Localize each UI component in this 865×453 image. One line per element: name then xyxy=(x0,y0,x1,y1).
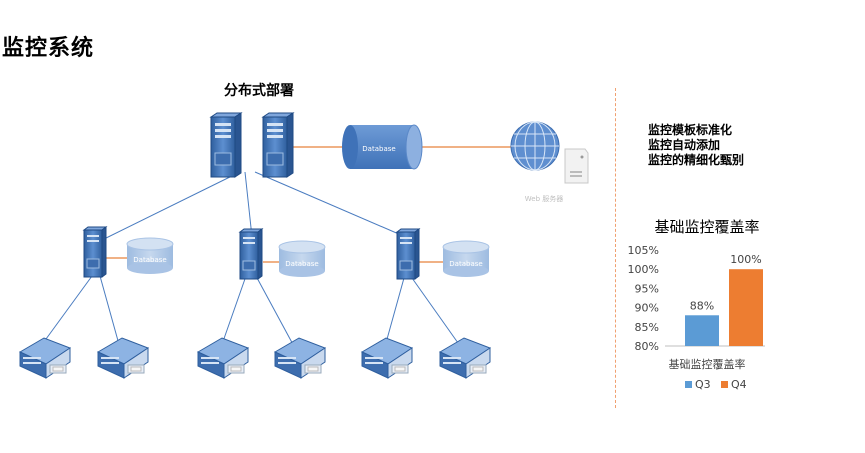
database-label: Database xyxy=(285,260,318,268)
feature-item: 监控模板标准化 xyxy=(648,123,733,137)
rack-server-icon xyxy=(196,337,250,379)
database-label: Database xyxy=(133,256,166,264)
database-label: Database xyxy=(362,145,395,153)
data-label: 100% xyxy=(730,253,761,266)
y-tick-label: 95% xyxy=(635,282,659,295)
link-line xyxy=(254,171,409,239)
legend: Q3 Q4 xyxy=(685,378,747,391)
link-line xyxy=(244,171,253,238)
x-tick-label: 基础监控覆盖率 xyxy=(669,357,746,371)
legend-swatch xyxy=(721,381,728,388)
bar-q3 xyxy=(685,315,719,346)
database-label: Database xyxy=(449,260,482,268)
rack-server-icon xyxy=(438,337,492,379)
data-label: 88% xyxy=(690,299,714,312)
tower-server xyxy=(261,112,295,178)
rack-server-icon xyxy=(360,337,414,379)
rack-server-icon xyxy=(18,337,72,379)
y-tick-label: 100% xyxy=(628,263,659,276)
y-tick-label: 85% xyxy=(635,321,659,334)
legend-label: Q4 xyxy=(731,378,747,391)
rack-server-icon xyxy=(273,337,327,379)
database-cylinder: Database xyxy=(278,240,326,277)
divider xyxy=(615,88,616,408)
tower-server xyxy=(238,228,264,280)
rack-servers xyxy=(18,337,492,379)
y-tick-label: 90% xyxy=(635,302,659,315)
link-line xyxy=(411,277,464,351)
web-server: Web 服务器 xyxy=(510,121,589,203)
y-tick-label: 80% xyxy=(635,340,659,353)
feature-item: 监控自动添加 xyxy=(648,138,721,152)
rack-server-icon xyxy=(96,337,150,379)
database-cylinder: Database xyxy=(442,240,490,277)
y-tick-label: 105% xyxy=(628,244,659,257)
legend-swatch xyxy=(685,381,692,388)
main-database: Database xyxy=(342,124,423,170)
chart-title: 基础监控覆盖率 xyxy=(654,218,759,236)
tower-server xyxy=(82,226,108,278)
deployment-diagram: Database Web 服务器 Database Database Datab… xyxy=(18,112,589,379)
coverage-chart: 基础监控覆盖率 80% 85% 90% 95% 100% 105% 88% 100% 基础监… xyxy=(628,218,765,391)
database-cylinder: Database xyxy=(126,237,174,274)
bar-q4 xyxy=(729,269,763,346)
web-server-label: Web 服务器 xyxy=(525,194,564,203)
feature-item: 监控的精细化甄别 xyxy=(648,153,745,167)
legend-label: Q3 xyxy=(695,378,711,391)
tower-server xyxy=(395,228,421,280)
bars: 88% 100% xyxy=(685,253,763,346)
link-line xyxy=(97,171,241,243)
link-line xyxy=(255,275,297,351)
link-line xyxy=(99,275,121,349)
tower-server xyxy=(209,112,243,178)
